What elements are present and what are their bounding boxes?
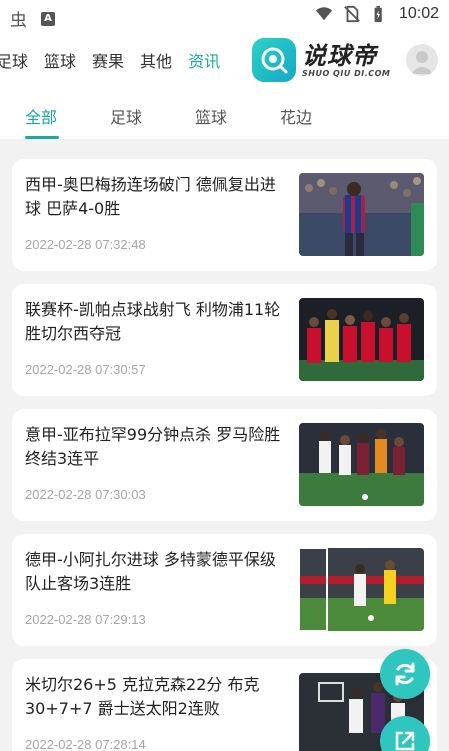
refresh-button[interactable] [380, 649, 430, 699]
news-feed[interactable]: 西甲-奥巴梅扬连场破门 德佩复出进球 巴萨4-0胜 2022-02-28 07:… [0, 140, 449, 751]
status-bar: 虫 A 10:02 [0, 0, 449, 32]
football-logo-icon [252, 38, 296, 82]
news-thumbnail [299, 423, 424, 506]
news-card[interactable]: 米切尔26+5 克拉克森22分 布克30+7+7 爵士送太阳2连败 2022-0… [12, 659, 437, 751]
news-title: 西甲-奥巴梅扬连场破门 德佩复出进球 巴萨4-0胜 [25, 175, 276, 218]
news-time: 2022-02-28 07:29:13 [25, 612, 146, 627]
logo-title: 说球帝 [302, 41, 377, 70]
news-card[interactable]: 联赛杯-凯帕点球战射飞 利物浦11轮胜切尔西夺冠 2022-02-28 07:3… [12, 284, 437, 396]
tab-all[interactable]: 全部 [25, 104, 57, 128]
nav-item-news[interactable]: 资讯 [188, 48, 220, 72]
news-title: 意甲-亚布拉罕99分钟点杀 罗马险胜终结3连平 [25, 425, 281, 468]
nav-item-results[interactable]: 赛果 [92, 48, 124, 72]
battery-icon [374, 5, 382, 23]
app-logo: 说球帝 SHUO QIU DI.COM [252, 38, 390, 82]
news-thumbnail [299, 548, 424, 631]
news-thumbnail [299, 173, 424, 256]
nav-item-other[interactable]: 其他 [140, 48, 172, 72]
category-tabs: 全部 足球 篮球 花边 [0, 88, 449, 140]
news-time: 2022-02-28 07:28:14 [25, 737, 146, 751]
nav-item-basketball[interactable]: 篮球 [44, 48, 76, 72]
tab-basketball[interactable]: 篮球 [195, 104, 227, 128]
tab-gossip[interactable]: 花边 [280, 104, 312, 128]
nav-item-football[interactable]: 足球 [0, 48, 28, 72]
news-card[interactable]: 西甲-奥巴梅扬连场破门 德佩复出进球 巴萨4-0胜 2022-02-28 07:… [12, 159, 437, 271]
news-time: 2022-02-28 07:30:57 [25, 362, 146, 377]
active-tab-indicator [25, 136, 59, 139]
no-sim-icon [344, 5, 360, 23]
clock: 10:02 [398, 5, 439, 22]
news-title: 德甲-小阿扎尔进球 多特蒙德平保级队止客场3连胜 [25, 550, 276, 593]
news-card[interactable]: 意甲-亚布拉罕99分钟点杀 罗马险胜终结3连平 2022-02-28 07:30… [12, 409, 437, 521]
top-nav: 足球 篮球 赛果 其他 资讯 说球帝 SHUO QIU DI.COM [0, 32, 449, 88]
news-title: 米切尔26+5 克拉克森22分 布克30+7+7 爵士送太阳2连败 [25, 675, 260, 718]
news-card[interactable]: 德甲-小阿扎尔进球 多特蒙德平保级队止客场3连胜 2022-02-28 07:2… [12, 534, 437, 646]
news-time: 2022-02-28 07:32:48 [25, 237, 146, 252]
user-icon [411, 51, 433, 74]
news-title: 联赛杯-凯帕点球战射飞 利物浦11轮胜切尔西夺冠 [25, 300, 281, 343]
news-thumbnail [299, 298, 424, 381]
news-time: 2022-02-28 07:30:03 [25, 487, 146, 502]
nav-items: 足球 篮球 赛果 其他 资讯 [0, 32, 220, 88]
avatar[interactable] [406, 44, 438, 76]
logo-subtitle: SHUO QIU DI.COM [302, 68, 391, 78]
accessibility-a-icon: A [41, 11, 55, 26]
bug-icon: 虫 [10, 11, 27, 31]
tab-football[interactable]: 足球 [110, 104, 142, 128]
wifi-icon [315, 7, 333, 21]
refresh-icon [395, 662, 415, 686]
share-icon [395, 731, 415, 751]
